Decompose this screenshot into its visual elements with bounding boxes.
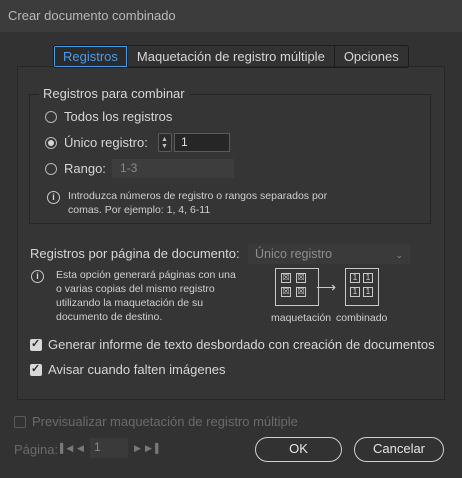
record-stepper[interactable]: ▲ ▼ bbox=[158, 133, 172, 152]
first-page-icon[interactable]: ▌◀ bbox=[60, 443, 73, 454]
layout-diagram-icon: ☒ ☒ ☒ ☒ bbox=[275, 268, 319, 306]
per-page-info-text: Esta opción generará páginas con una o v… bbox=[56, 269, 236, 323]
records-per-page-label: Registros por página de documento: bbox=[30, 246, 240, 261]
range-input[interactable]: 1-3 bbox=[112, 159, 234, 178]
radio-range[interactable] bbox=[45, 163, 57, 175]
diagram-label-layout: maquetación bbox=[271, 312, 332, 324]
diagram-label-merged: combinado bbox=[336, 312, 388, 324]
cancel-button[interactable]: Cancelar bbox=[354, 437, 444, 462]
last-page-icon[interactable]: ▶▐ bbox=[145, 443, 158, 454]
checkmark-icon: ✓ bbox=[31, 363, 41, 375]
radio-range-label[interactable]: Rango: bbox=[64, 161, 106, 176]
tab-bar: Registros Maquetación de registro múltip… bbox=[53, 45, 409, 68]
next-page-icon[interactable]: ▶ bbox=[134, 443, 141, 454]
records-group-title: Registros para combinar bbox=[39, 86, 189, 101]
tab-opciones[interactable]: Opciones bbox=[335, 46, 408, 67]
records-per-page-select[interactable]: Único registro ⌄ bbox=[248, 244, 410, 264]
single-record-input[interactable]: 1 bbox=[174, 133, 230, 152]
overset-report-label[interactable]: Generar informe de texto desbordado con … bbox=[48, 337, 435, 352]
range-info-text: Introduzca números de registro o rangos … bbox=[68, 190, 328, 216]
radio-all-records-label[interactable]: Todos los registros bbox=[64, 109, 172, 124]
title-bar: Crear documento combinado bbox=[0, 0, 462, 32]
info-icon: i bbox=[31, 270, 44, 283]
ok-button[interactable]: OK bbox=[255, 437, 342, 462]
chevron-down-icon[interactable]: ⌄ bbox=[395, 248, 403, 262]
spinner-up-icon[interactable]: ▲ bbox=[161, 136, 168, 143]
tab-registros[interactable]: Registros bbox=[54, 46, 128, 67]
missing-images-checkbox[interactable]: ✓ bbox=[30, 363, 42, 376]
radio-all-records[interactable] bbox=[45, 111, 57, 123]
page-input[interactable]: 1 bbox=[90, 438, 128, 458]
radio-single-record-label[interactable]: Único registro: bbox=[64, 135, 148, 150]
info-icon: i bbox=[47, 191, 60, 204]
page-label: Página: bbox=[14, 442, 59, 457]
radio-single-record[interactable] bbox=[45, 137, 57, 149]
preview-label: Previsualizar maquetación de registro mú… bbox=[32, 414, 298, 429]
checkmark-icon: ✓ bbox=[31, 338, 41, 350]
records-per-page-value: Único registro bbox=[255, 247, 333, 261]
prev-page-icon[interactable]: ◀ bbox=[77, 443, 84, 454]
missing-images-label[interactable]: Avisar cuando falten imágenes bbox=[48, 362, 226, 377]
overset-report-checkbox[interactable]: ✓ bbox=[30, 338, 42, 351]
spinner-down-icon[interactable]: ▼ bbox=[161, 143, 168, 150]
window-title: Crear documento combinado bbox=[8, 8, 176, 23]
tab-maquetacion-registro-multiple[interactable]: Maquetación de registro múltiple bbox=[128, 46, 335, 67]
arrow-right-icon: ⟶ bbox=[316, 279, 337, 295]
merged-diagram-icon: 1 1 1 1 bbox=[345, 268, 379, 306]
preview-checkbox[interactable] bbox=[14, 416, 26, 428]
